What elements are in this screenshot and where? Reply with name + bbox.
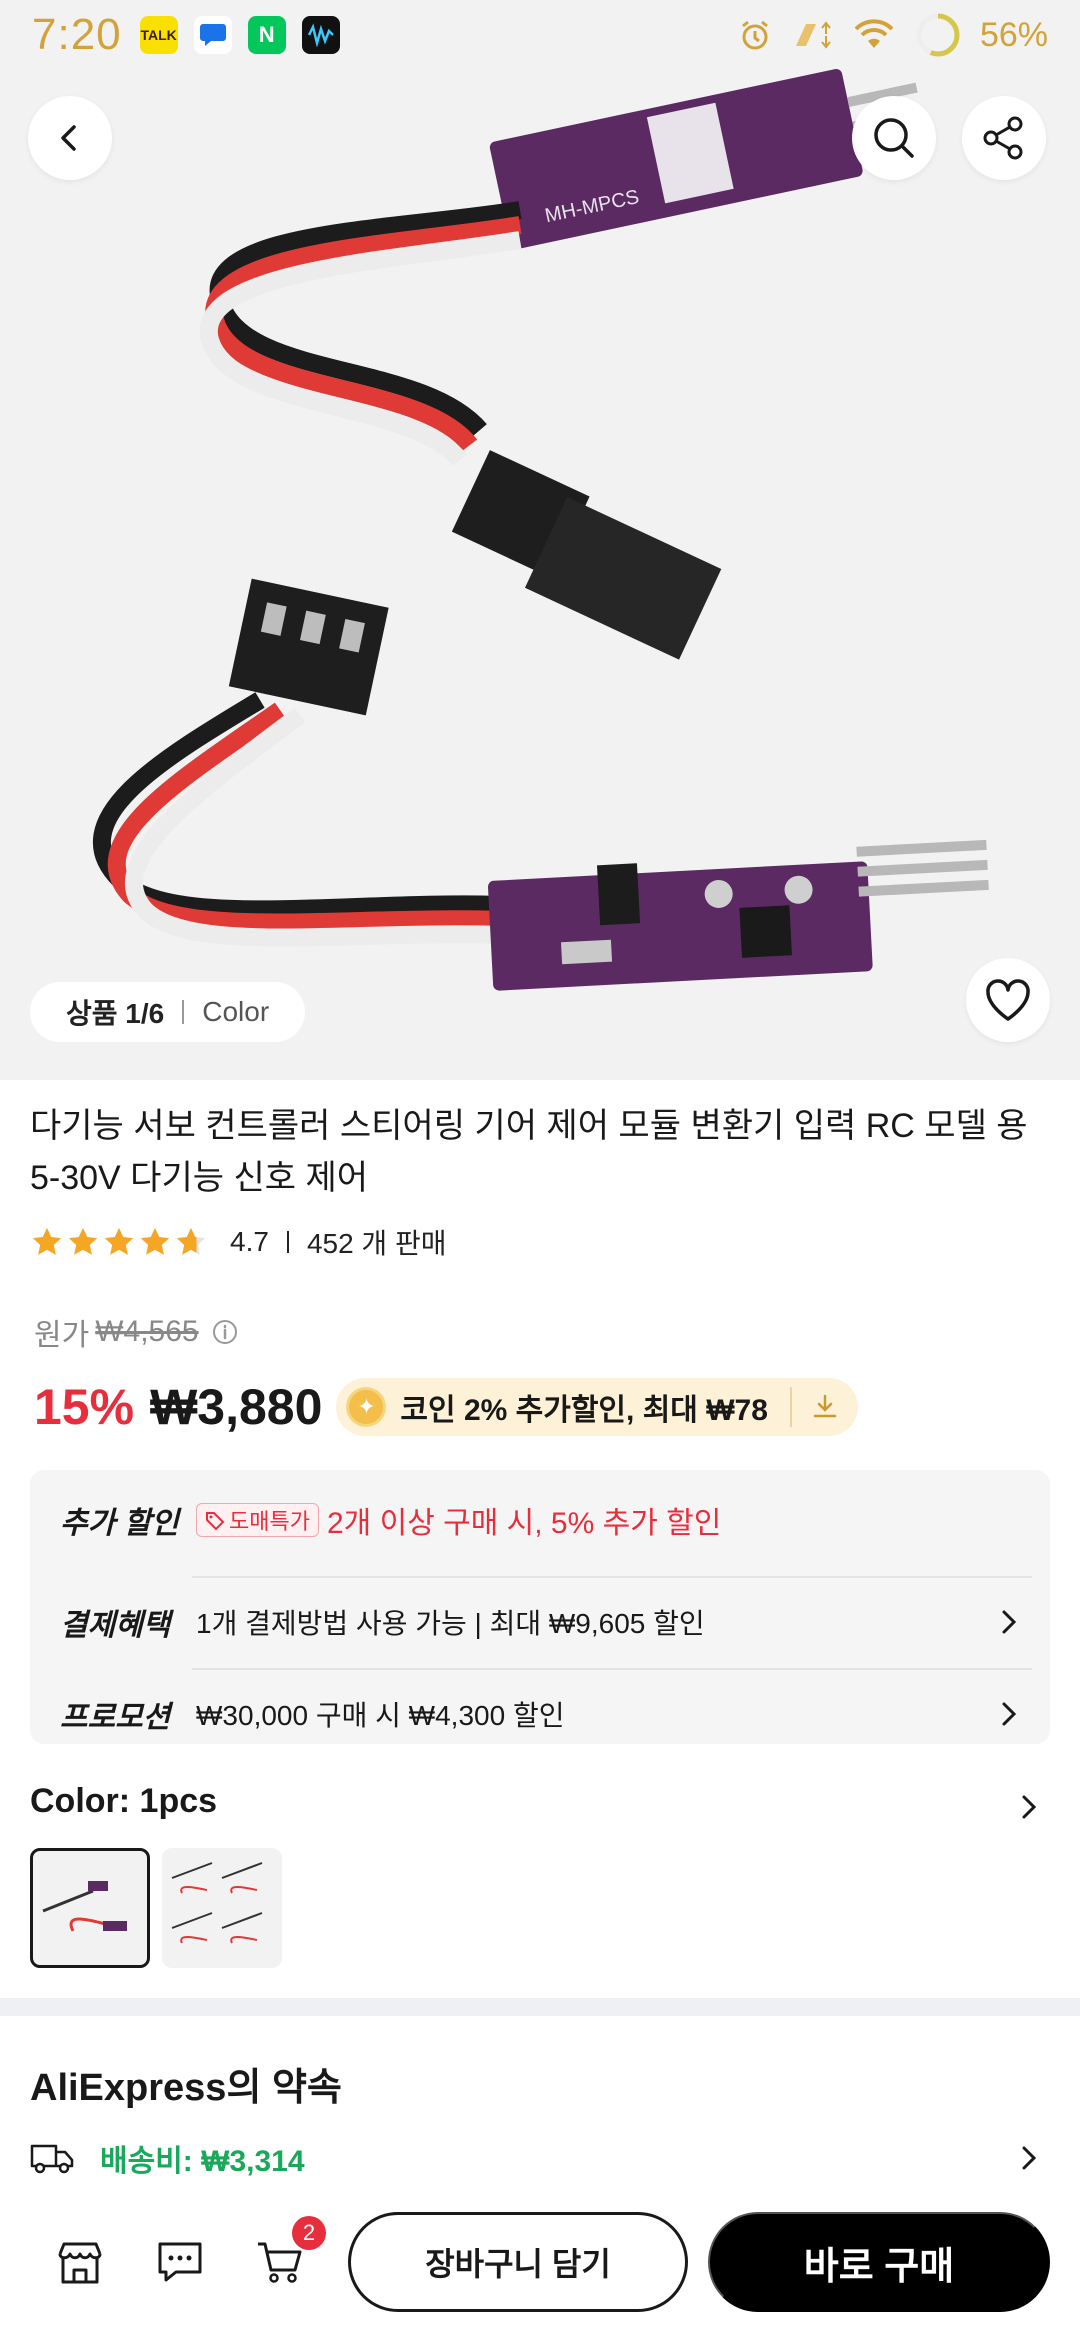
back-button[interactable] [28,96,112,180]
share-button[interactable] [962,96,1046,180]
shipping-fee: 배송비: ₩3,314 [100,2145,305,2178]
star-icon [68,1227,98,1255]
battery-percent: 56% [979,15,1048,54]
naver-icon: N [247,16,286,54]
rating-row[interactable]: 4.7 452 개 판매 [30,1222,447,1262]
chat-button[interactable] [150,2232,210,2292]
alarm-icon [742,20,768,50]
star-icon [32,1227,62,1255]
star-half-icon [176,1227,206,1255]
payment-benefit-row[interactable]: 결제혜택 1개 결제방법 사용 가능 | 최대 ₩9,605 할인 [60,1592,1020,1652]
truck-icon [30,2144,74,2174]
promotion-row[interactable]: 프로모션 ₩30,000 구매 시 ₩4,300 할인 [60,1684,1020,1744]
chat-icon [158,2242,202,2282]
panel-divider [192,1668,1032,1670]
promotion-panel: 추가 할인 도매특가 2개 이상 구매 시, 5% 추가 할인 결제혜택 1개 … [30,1470,1050,1744]
discount-percent: 15% [34,1379,135,1435]
rating-divider [286,1231,289,1253]
price-row: 15% ₩3,880 ✦ 코인 2% 추가할인, 최대 ₩78 [34,1378,858,1436]
messages-icon [193,16,232,54]
cart-count-badge: 2 [292,2216,326,2250]
color-thumbnail-image [42,1881,127,1932]
chevron-left-icon [61,125,76,151]
color-option-1pcs[interactable] [30,1848,150,1968]
extra-discount-row[interactable]: 추가 할인 도매특가 2개 이상 구매 시, 5% 추가 할인 [60,1498,1020,1542]
panel-divider [192,1576,1032,1578]
system-icons: 56% [738,11,1048,59]
wishlist-button[interactable] [966,958,1050,1042]
extra-discount-label: 추가 할인 [60,1507,179,1540]
section-divider [0,1998,1080,2016]
tag-icon [206,1512,225,1530]
star-icon [104,1227,134,1255]
shipping-row[interactable]: 배송비: ₩3,314 [30,2136,1040,2180]
current-price: ₩3,880 [150,1379,323,1435]
status-time: 7:20 [32,10,122,59]
color-thumbnail-image [171,1862,263,1944]
original-price-label: 원가 [34,1319,90,1352]
wifi-icon [854,19,894,48]
coin-icon: ✦ [346,1387,387,1427]
product-title: 다기능 서보 컨트롤러 스티어링 기어 제어 모듈 변환기 입력 RC 모델 용… [30,1107,1028,1197]
status-bar: 7:20 TALK N 56% [0,0,1080,70]
download-icon [813,1394,837,1418]
search-icon [874,118,914,158]
notification-icons: TALK N [139,16,340,54]
share-icon [983,116,1023,160]
coin-download-button[interactable] [792,1378,858,1436]
color-option-multi[interactable] [162,1848,282,1968]
payment-benefit-label: 결제혜택 [60,1609,171,1642]
heart-icon [986,979,1030,1021]
chevron-right-icon [1002,1610,1017,1634]
coin-discount-badge[interactable]: ✦ 코인 2% 추가할인, 최대 ₩78 [336,1378,858,1436]
search-button[interactable] [852,96,936,180]
pager-divider [182,1000,185,1024]
wholesale-tag: 도매특가 [196,1503,319,1537]
rating-value: 4.7 [230,1226,269,1257]
original-price-row: 원가 ₩4,565 [34,1310,239,1354]
kakaotalk-icon: TALK [139,16,178,54]
info-icon[interactable] [211,1318,239,1346]
wave-app-icon [301,16,340,54]
aliexpress-promise-title: AliExpress의 약속 [30,2067,342,2109]
color-selector-title[interactable]: Color: 1pcs [30,1782,217,1821]
battery-ring-icon [916,13,960,57]
store-icon [58,2242,102,2284]
store-button[interactable] [50,2232,110,2292]
extra-discount-text: 2개 이상 구매 시, 5% 추가 할인 [326,1507,722,1540]
star-icon [140,1227,170,1255]
chevron-right-icon [1022,2146,1037,2170]
rating-stars [30,1225,208,1259]
sold-count: 452 개 판매 [306,1228,447,1259]
payment-benefit-text: 1개 결제방법 사용 가능 | 최대 ₩9,605 할인 [196,1608,705,1639]
original-price: ₩4,565 [95,1315,199,1348]
promotion-label: 프로모션 [60,1701,171,1734]
buy-now-button[interactable]: 바로 구매 [708,2212,1050,2312]
network-icon [795,21,831,49]
image-pager: 상품 1/6 Color [30,982,306,1042]
chevron-right-icon[interactable] [1018,1792,1040,1822]
coin-offer-text: 코인 2% 추가할인, 최대 ₩78 [400,1394,768,1427]
image-page-label: 상품 1/6 [66,998,165,1029]
image-variant-label: Color [202,996,270,1027]
chevron-right-icon [1002,1702,1017,1726]
promotion-text: ₩30,000 구매 시 ₩4,300 할인 [196,1700,565,1731]
add-to-cart-button[interactable]: 장바구니 담기 [348,2212,688,2312]
